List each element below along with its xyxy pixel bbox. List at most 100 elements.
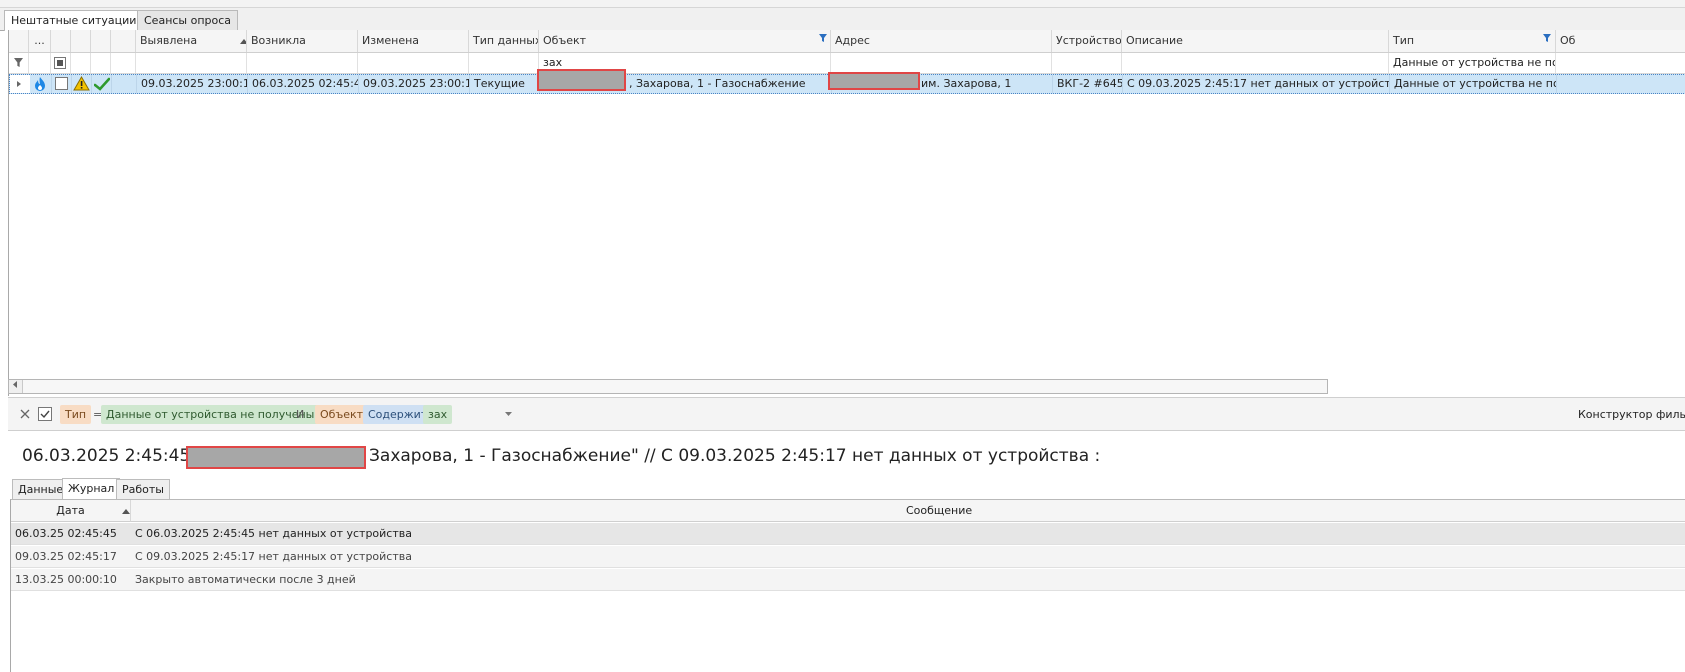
header-type[interactable]: Тип bbox=[1389, 30, 1556, 52]
header-device[interactable]: Устройство bbox=[1052, 30, 1122, 52]
filter-cell-address[interactable] bbox=[831, 53, 1052, 73]
journal-grid: Дата Сообщение 06.03.25 02:45:45 С 06.03… bbox=[10, 499, 1685, 672]
row-checkbox[interactable] bbox=[55, 77, 68, 90]
header-expand bbox=[9, 30, 29, 52]
filter-check-cell[interactable] bbox=[51, 53, 71, 73]
cell-device: ВКГ-2 #6453 bbox=[1053, 75, 1123, 93]
header-data-type[interactable]: Тип данных bbox=[469, 30, 539, 52]
warning-icon-cell bbox=[72, 75, 92, 93]
cell-detected: 09.03.2025 23:00:17 bbox=[137, 75, 248, 93]
log-cell-message: Закрыто автоматически после 3 дней bbox=[135, 573, 356, 586]
filter-builder-link[interactable]: Конструктор фильтра bbox=[1578, 406, 1685, 424]
log-cell-date: 13.03.25 00:00:10 bbox=[15, 573, 117, 586]
fire-icon-cell bbox=[30, 75, 52, 93]
filter-input-type[interactable]: Данные от устройства не полу... bbox=[1389, 53, 1556, 73]
ribbon-strip bbox=[0, 0, 1685, 8]
tab-poll-sessions-label: Сеансы опроса bbox=[144, 14, 232, 27]
filter-value-object[interactable]: зах bbox=[423, 405, 453, 424]
log-header-message-label: Сообщение bbox=[906, 504, 973, 517]
row-checkbox-cell[interactable] bbox=[52, 75, 72, 93]
filter-operator-contains[interactable]: Содержит bbox=[363, 405, 433, 424]
check-icon-cell bbox=[92, 75, 112, 93]
incidents-grid: ... Выявлена Возникла Изменена Тип данны… bbox=[8, 30, 1685, 396]
tab-poll-sessions[interactable]: Сеансы опроса bbox=[137, 10, 239, 30]
row-expand-cell[interactable] bbox=[10, 75, 30, 93]
funnel-icon bbox=[14, 58, 23, 67]
sort-ascending-icon bbox=[122, 508, 130, 514]
tab-journal[interactable]: Журнал bbox=[62, 478, 121, 499]
redacted-title-object bbox=[186, 446, 366, 469]
cell-description: С 09.03.2025 2:45:17 нет данных от устро… bbox=[1123, 75, 1390, 93]
log-header-date[interactable]: Дата bbox=[11, 500, 131, 522]
clear-filter-icon[interactable] bbox=[20, 409, 30, 419]
cell-occurred: 06.03.2025 02:45:45 bbox=[248, 75, 359, 93]
chevron-left-icon bbox=[13, 381, 17, 388]
header-address[interactable]: Адрес bbox=[831, 30, 1052, 52]
log-header-message[interactable]: Сообщение bbox=[131, 500, 1685, 522]
table-row[interactable]: 13.03.25 00:00:10 Закрыто автоматически … bbox=[11, 569, 1685, 591]
header-icon3 bbox=[111, 30, 136, 52]
log-cell-message: С 09.03.2025 2:45:17 нет данных от устро… bbox=[135, 550, 412, 563]
column-filter-icon[interactable] bbox=[819, 34, 827, 42]
warning-icon bbox=[73, 75, 90, 91]
filter-conjunction-and[interactable]: И bbox=[291, 405, 309, 424]
checkmark-icon bbox=[93, 77, 111, 91]
cell-object-text: , Захарова, 1 - Газоснабжение bbox=[629, 77, 806, 90]
scroll-left-button[interactable] bbox=[9, 380, 23, 393]
redacted-object-prefix bbox=[537, 69, 626, 91]
log-cell-date: 06.03.25 02:45:45 bbox=[15, 527, 117, 540]
redacted-address-prefix bbox=[828, 72, 920, 90]
header-changed[interactable]: Изменена bbox=[358, 30, 469, 52]
header-occurred[interactable]: Возникла bbox=[247, 30, 358, 52]
log-header-date-label: Дата bbox=[56, 504, 85, 517]
filter-cell-changed[interactable] bbox=[358, 53, 469, 73]
header-detected[interactable]: Выявлена bbox=[136, 30, 247, 52]
filter-cell-more[interactable] bbox=[29, 53, 51, 73]
filter-cell-device[interactable] bbox=[1052, 53, 1122, 73]
tab-incidents-label: Нештатные ситуации bbox=[11, 14, 137, 27]
horizontal-scrollbar[interactable] bbox=[8, 379, 1328, 394]
column-filter-icon[interactable] bbox=[1543, 34, 1551, 42]
filter-cell-occurred[interactable] bbox=[247, 53, 358, 73]
filter-value-type[interactable]: Данные от устройства не получены bbox=[101, 405, 320, 424]
grid-header: ... Выявлена Возникла Изменена Тип данны… bbox=[9, 30, 1685, 53]
header-icon1 bbox=[71, 30, 91, 52]
filter-field-object[interactable]: Объект bbox=[315, 405, 369, 424]
cell-type: Данные от устройства не полу... bbox=[1390, 75, 1557, 93]
chevron-down-icon[interactable] bbox=[505, 412, 512, 416]
chevron-right-icon[interactable] bbox=[16, 80, 22, 88]
filter-row-icon bbox=[9, 53, 29, 73]
document-tabs: Нештатные ситуации× Сеансы опроса bbox=[0, 8, 1685, 31]
row-cell-blank bbox=[112, 75, 137, 93]
header-extra[interactable]: Об bbox=[1556, 30, 1685, 52]
sort-ascending-icon bbox=[240, 38, 246, 44]
header-check bbox=[51, 30, 71, 52]
auto-filter-row: зах Данные от устройства не полу... bbox=[9, 53, 1685, 74]
filter-field-type[interactable]: Тип bbox=[60, 405, 92, 424]
filter-cell-icon3[interactable] bbox=[111, 53, 136, 73]
detail-title-text: Захарова, 1 - Газоснабжение" // С 09.03.… bbox=[369, 446, 1101, 466]
tab-works[interactable]: Работы bbox=[116, 479, 170, 499]
header-more[interactable]: ... bbox=[29, 30, 51, 52]
header-detected-label: Выявлена bbox=[140, 34, 198, 47]
header-object[interactable]: Объект bbox=[539, 30, 831, 52]
log-cell-message: С 06.03.2025 2:45:45 нет данных от устро… bbox=[135, 527, 412, 540]
filter-cell-icon2[interactable] bbox=[91, 53, 111, 73]
cell-data-type: Текущие bbox=[470, 75, 540, 93]
header-type-label: Тип bbox=[1393, 34, 1415, 47]
detail-title-date: 06.03.2025 2:45:45 bbox=[22, 446, 191, 466]
filter-cell-data-type[interactable] bbox=[469, 53, 539, 73]
table-row[interactable]: 06.03.25 02:45:45 С 06.03.2025 2:45:45 н… bbox=[11, 523, 1685, 545]
tab-data[interactable]: Данные bbox=[12, 479, 70, 499]
cell-changed: 09.03.2025 23:00:17 bbox=[359, 75, 470, 93]
header-description[interactable]: Описание bbox=[1122, 30, 1389, 52]
table-row[interactable]: 09.03.25 02:45:17 С 09.03.2025 2:45:17 н… bbox=[11, 546, 1685, 568]
filter-checkbox[interactable] bbox=[54, 57, 66, 69]
filter-cell-description[interactable] bbox=[1122, 53, 1389, 73]
filter-enabled-checkbox[interactable] bbox=[38, 407, 52, 421]
filter-cell-icon1[interactable] bbox=[71, 53, 91, 73]
filter-cell-detected[interactable] bbox=[136, 53, 247, 73]
log-cell-date: 09.03.25 02:45:17 bbox=[15, 550, 117, 563]
gas-flame-icon bbox=[35, 77, 45, 91]
header-icon2 bbox=[91, 30, 111, 52]
